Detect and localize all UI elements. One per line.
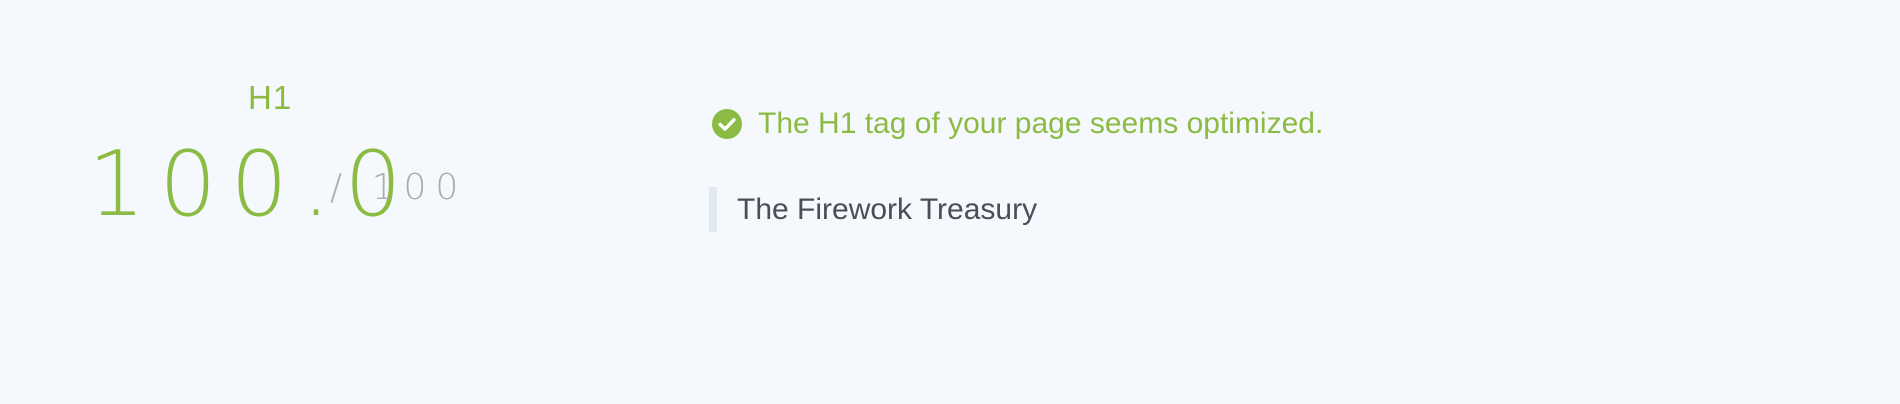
check-circle-icon [712, 109, 742, 139]
h1-text: The Firework Treasury [737, 192, 1038, 226]
status-message: The H1 tag of your page seems optimized. [758, 107, 1324, 140]
h1-content-block: The Firework Treasury [709, 187, 1037, 232]
status-row: The H1 tag of your page seems optimized. [712, 106, 1323, 142]
result-panel: The H1 tag of your page seems optimized.… [700, 0, 1800, 404]
score-label: H1 [248, 79, 293, 116]
score-panel: H1 100.0 / 100 [0, 0, 560, 404]
quote-bar [709, 187, 717, 232]
score-max: / 100 [330, 167, 468, 208]
